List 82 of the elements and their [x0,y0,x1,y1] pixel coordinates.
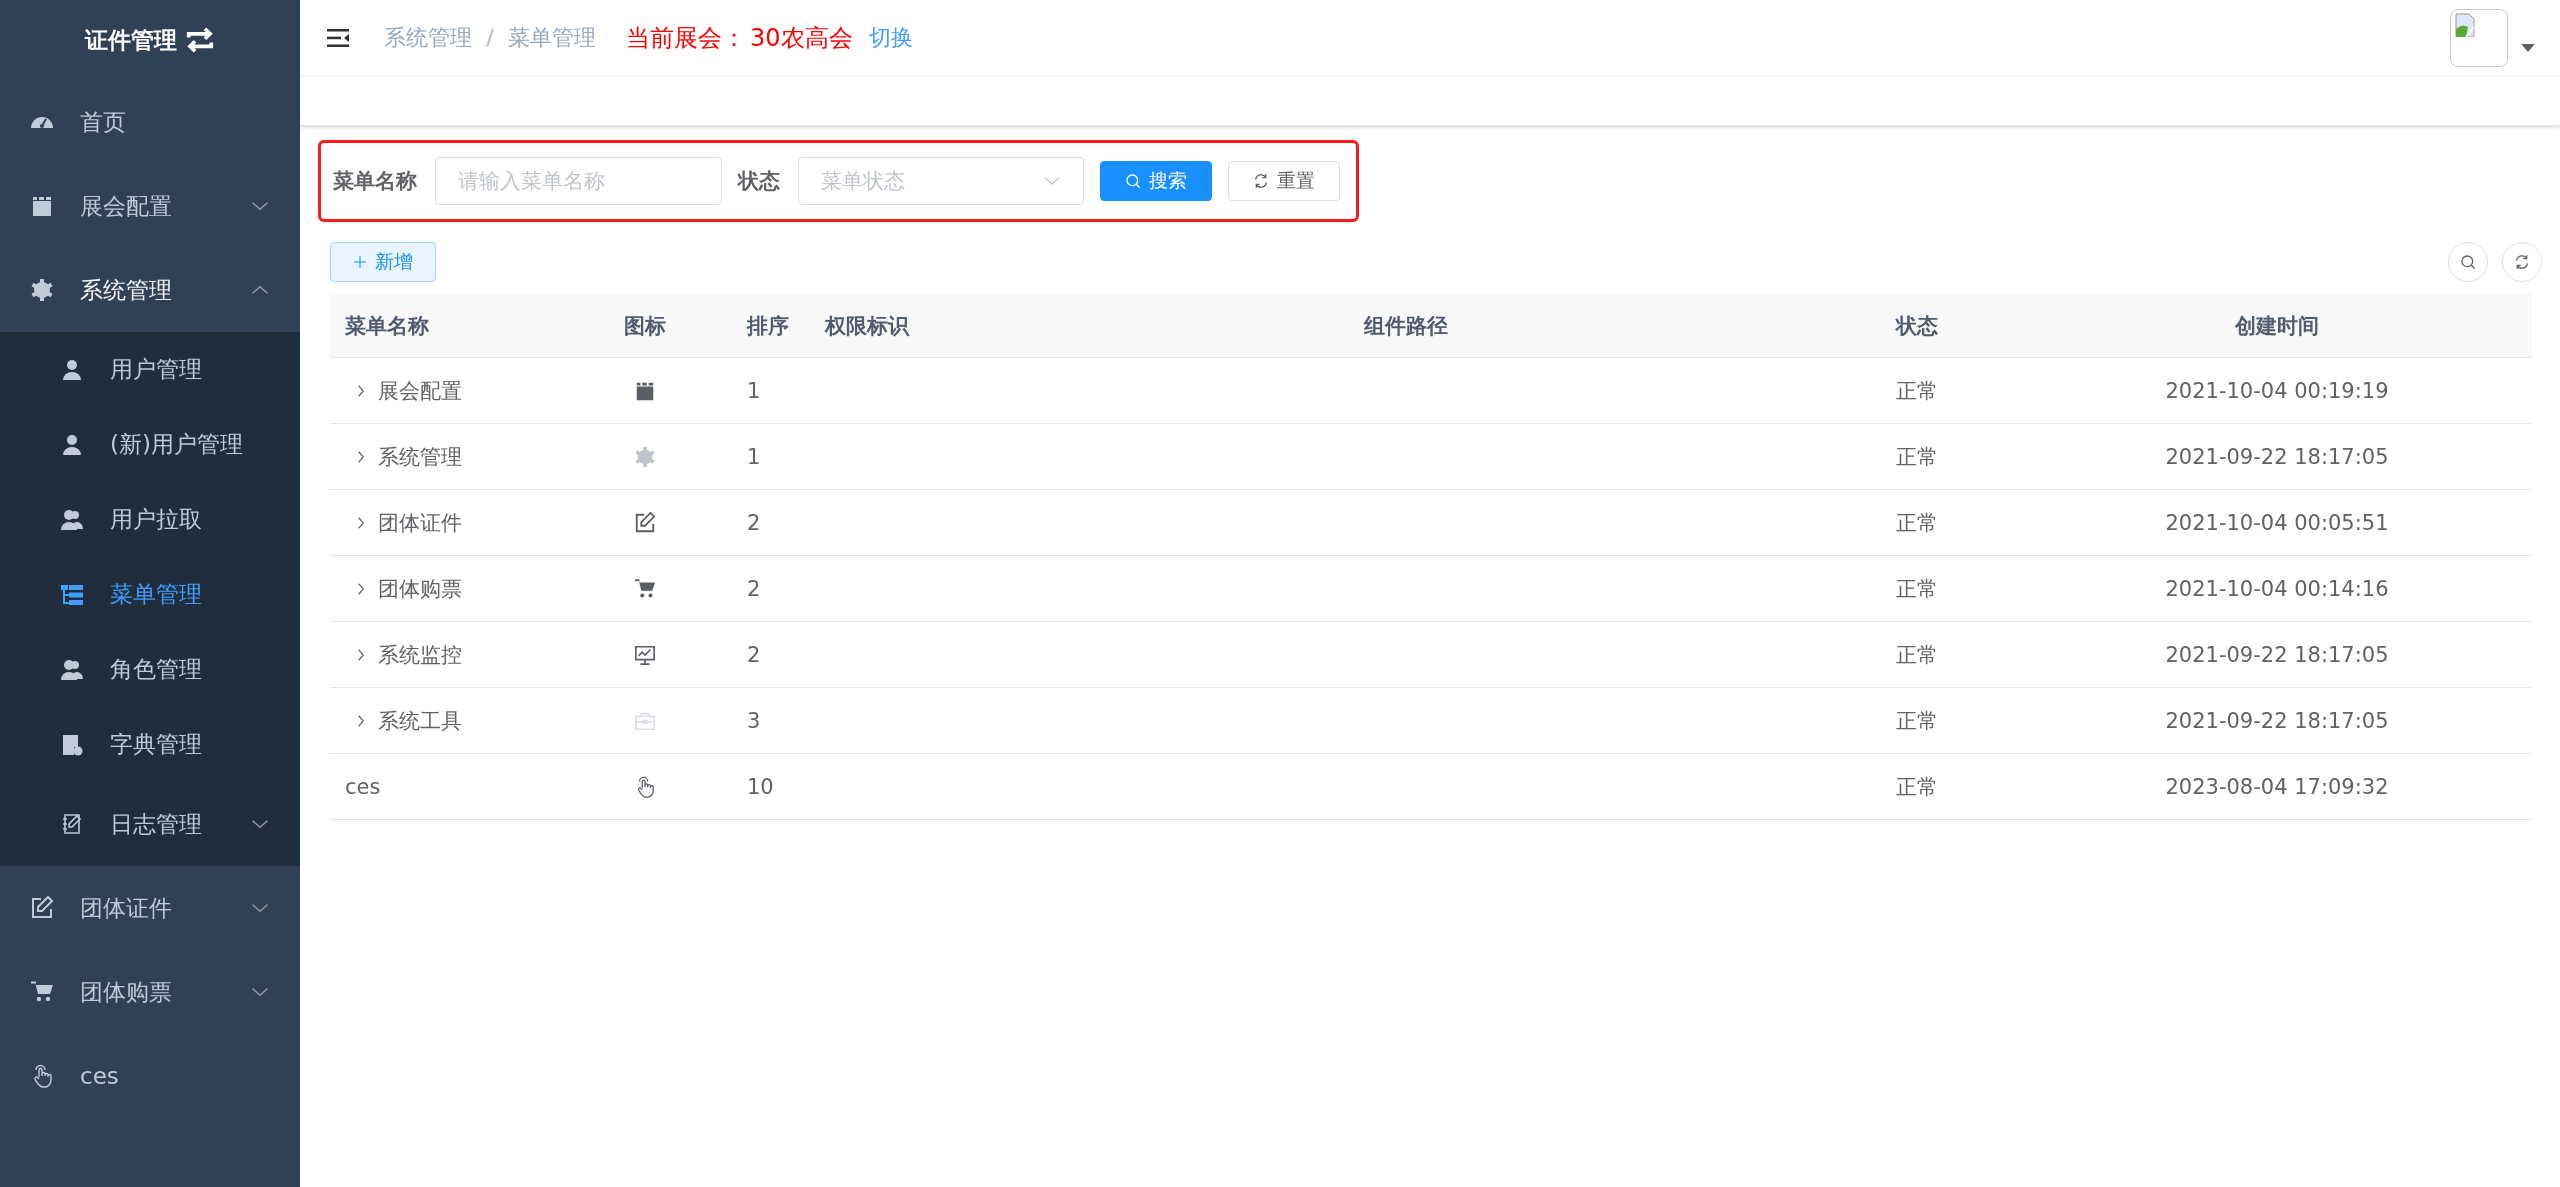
column-header: 组件路径 [1364,312,1448,340]
table-cell: 2021-10-04 00:14:16 [2165,576,2389,601]
swap-icon [185,25,215,55]
reset-button[interactable]: 重置 [1228,161,1340,201]
breadcrumb-separator: / [486,25,495,50]
sidebar-item[interactable]: 团体购票 [0,950,300,1034]
broken-image-icon [2454,12,2478,37]
table-cell: 2 [747,510,761,535]
notebook-pen-icon [60,812,84,836]
sidebar-item[interactable]: 团体证件 [0,866,300,950]
table-cell-text: 正常 [1896,575,1938,603]
user-icon [60,432,84,457]
users-icon [60,507,84,532]
column-header: 权限标识 [825,312,909,340]
refresh-icon [2514,254,2530,270]
table-cell-text: 正常 [1896,641,1938,669]
column-header: 图标 [624,312,666,340]
edit-icon [634,511,656,534]
table-cell: 2 [747,576,761,601]
table-cell-text: 系统工具 [378,707,462,735]
column-header: 排序 [747,312,789,340]
cart-icon [30,980,54,1004]
field-label: 状态 [737,168,780,195]
table-cell-text: 正常 [1896,377,1938,405]
avatar-image[interactable] [2450,8,2508,67]
user-icon [60,357,84,382]
column-header: 状态 [1896,312,1938,340]
table-cell-text: 系统管理 [378,443,462,471]
sidebar-item[interactable]: 用户拉取 [0,482,300,557]
search-icon [2460,254,2476,270]
search-button[interactable]: 搜索 [1100,161,1212,201]
document-gear-icon [60,732,84,757]
table-cell: 2021-09-22 18:17:05 [2165,444,2389,469]
table-cell-text: 正常 [1896,773,1938,801]
table-cell-text: 正常 [1896,443,1938,471]
table-cell: 2023-08-04 17:09:32 [2165,774,2389,799]
table-cell: ces [345,774,381,799]
exhibition-name: 30农高会 [750,22,853,54]
board-icon [30,194,54,218]
table-cell: 2021-09-22 18:17:05 [2165,708,2389,733]
table-cell-text: 团体证件 [378,509,462,537]
sidebar-item[interactable]: 展会配置 [0,164,300,248]
tree-list-icon [60,582,84,607]
table-cell: 2 [747,642,761,667]
sidebar-item[interactable]: 菜单管理 [0,557,300,632]
table-cell-text: 系统监控 [378,641,462,669]
table-cell: 1 [747,444,761,469]
table-cell: 2021-09-22 18:17:05 [2165,642,2389,667]
sidebar-item[interactable]: ces [0,1034,300,1118]
users-icon [60,657,84,682]
table-cell: 10 [747,774,774,799]
monitor-chart-icon [634,643,656,666]
gear-icon [30,278,54,302]
app-title: 证件管理 [85,25,177,55]
table-cell: 2021-10-04 00:19:19 [2165,378,2389,403]
table-cell: 2021-10-04 00:05:51 [2165,510,2389,535]
table-cell: 3 [747,708,761,733]
breadcrumb-item: 菜单管理 [508,23,597,52]
column-header: 菜单名称 [345,312,429,340]
sidebar-item[interactable]: 日志管理 [0,782,300,866]
gear-icon [634,445,656,468]
table-cell-text: 正常 [1896,509,1938,537]
sidebar-item[interactable]: 系统管理 [0,248,300,332]
sidebar-item[interactable]: (新)用户管理 [0,407,300,482]
edit-icon [30,896,54,920]
table-cell-text: 团体购票 [378,575,462,603]
table-cell-text: 正常 [1896,707,1938,735]
cart-icon [634,577,656,600]
refresh-icon [1253,173,1269,189]
search-icon [1125,173,1141,189]
sidebar-item[interactable]: 首页 [0,80,300,164]
field-label: 菜单名称 [333,168,417,195]
column-header: 创建时间 [2235,312,2319,340]
refresh-button[interactable] [2502,242,2542,282]
plus-icon [353,255,367,269]
exhibition-label: 当前展会： [626,22,747,54]
table-cell: 1 [747,378,761,403]
sidebar-item[interactable]: 字典管理 [0,707,300,782]
sidebar-item[interactable]: 角色管理 [0,632,300,707]
search-toggle-button[interactable] [2448,242,2488,282]
table-cell-text: 展会配置 [378,377,462,405]
sidebar-item[interactable]: 用户管理 [0,332,300,407]
